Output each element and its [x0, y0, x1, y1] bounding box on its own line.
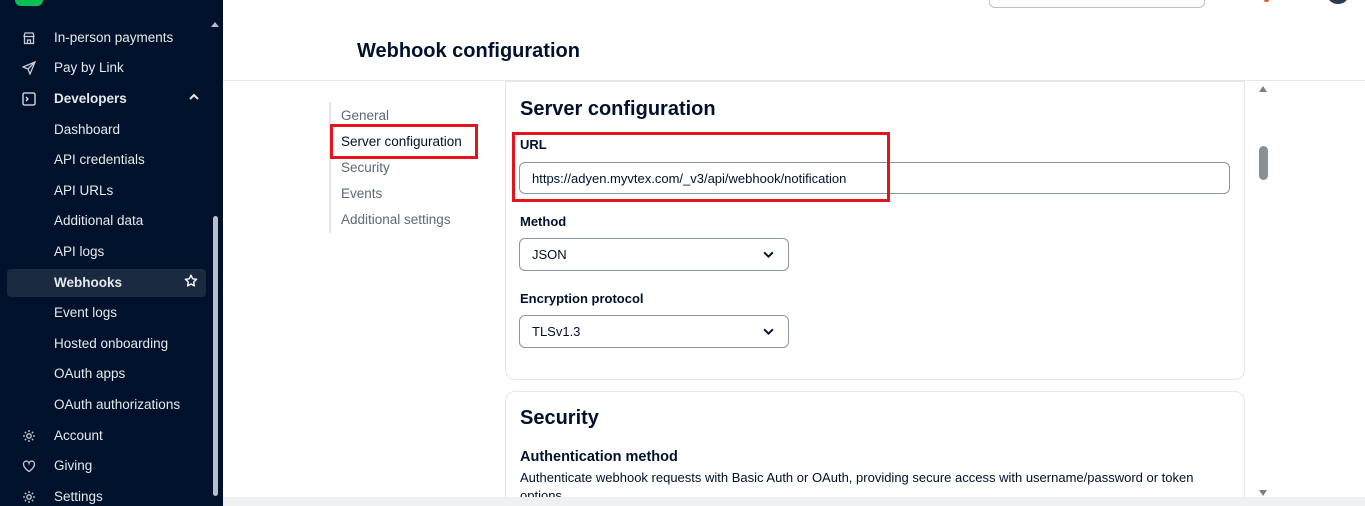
chevron-down-icon: [762, 248, 776, 262]
sidebar-item-api-credentials[interactable]: API credentials: [0, 146, 210, 174]
encryption-protocol-label: Encryption protocol: [520, 291, 644, 306]
sidebar-item-label: Account: [54, 428, 103, 443]
scroll-down-arrow[interactable]: [1259, 490, 1267, 496]
method-select-value: JSON: [532, 247, 567, 262]
encryption-protocol-select[interactable]: TLSv1.3: [519, 315, 789, 348]
method-label: Method: [520, 214, 567, 229]
sidebar-item-label: Settings: [54, 489, 103, 504]
sidebar-item-pay-by-link[interactable]: Pay by Link: [0, 54, 210, 82]
sidebar-item-dashboard[interactable]: Dashboard: [0, 116, 210, 144]
sidebar-scroll-up-arrow[interactable]: [211, 22, 219, 27]
security-title: Security: [520, 407, 599, 429]
sidebar-item-webhooks[interactable]: Webhooks: [7, 269, 206, 297]
sidebar-item-oauth-apps[interactable]: OAuth apps: [0, 360, 210, 388]
chevron-down-icon: [762, 325, 776, 339]
sidebar-item-api-logs[interactable]: API logs: [0, 238, 210, 266]
sidebar-item-label: Giving: [54, 458, 93, 473]
store-icon: [21, 30, 37, 46]
sidebar-item-settings[interactable]: Settings: [0, 483, 210, 506]
sidebar-item-label: API logs: [54, 244, 105, 259]
sidebar-item-label: API URLs: [54, 183, 114, 198]
sidebar-item-api-urls[interactable]: API URLs: [0, 177, 210, 205]
sidebar-item-label: Additional data: [54, 213, 144, 228]
avatar[interactable]: [1327, 0, 1349, 4]
terminal-icon: [21, 91, 37, 107]
subnav-item-general[interactable]: General: [341, 108, 389, 123]
scroll-up-arrow[interactable]: [1259, 86, 1267, 92]
sidebar-item-event-logs[interactable]: Event logs: [0, 299, 210, 327]
chevron-up-icon[interactable]: [188, 91, 200, 106]
highlight-box-url: [512, 132, 890, 202]
heart-icon: [21, 458, 37, 474]
server-configuration-card: Server configuration URL Method JSON Enc…: [505, 81, 1245, 380]
sidebar-item-in-person-payments[interactable]: In-person payments: [0, 24, 210, 52]
authentication-method-heading: Authentication method: [520, 449, 678, 465]
subnav-item-security[interactable]: Security: [341, 160, 390, 175]
sidebar-item-label: Hosted onboarding: [54, 336, 169, 351]
sidebar-item-label: OAuth authorizations: [54, 397, 181, 412]
encryption-protocol-value: TLSv1.3: [532, 324, 581, 339]
gear-icon: [21, 428, 37, 444]
sidebar-scrollbar-thumb[interactable]: [213, 216, 218, 496]
search-input[interactable]: [989, 0, 1205, 8]
gear-icon: [21, 489, 37, 505]
sidebar-item-account[interactable]: Account: [0, 422, 210, 450]
subnav-item-events[interactable]: Events: [341, 186, 382, 201]
star-icon[interactable]: [184, 274, 198, 292]
subnav-rail: [329, 102, 331, 233]
server-configuration-title: Server configuration: [520, 98, 716, 120]
sidebar-item-label: Pay by Link: [54, 60, 124, 75]
highlight-box-server-configuration: [330, 124, 478, 159]
sidebar-item-developers[interactable]: Developers: [0, 85, 210, 113]
subnav-item-additional-settings[interactable]: Additional settings: [341, 212, 451, 227]
sidebar-item-label: Event logs: [54, 305, 118, 320]
sidebar: In-person payments Pay by Link Developer…: [0, 0, 223, 506]
scrollbar-thumb[interactable]: [1259, 146, 1268, 180]
sidebar-item-label: In-person payments: [54, 30, 174, 45]
sidebar-item-additional-data[interactable]: Additional data: [0, 207, 210, 235]
sidebar-item-hosted-onboarding[interactable]: Hosted onboarding: [0, 330, 210, 358]
notification-icon[interactable]: [1264, 0, 1269, 2]
sidebar-item-label: OAuth apps: [54, 366, 126, 381]
send-icon: [21, 60, 37, 76]
sidebar-item-label: Webhooks: [54, 275, 123, 290]
sidebar-item-label: Developers: [54, 91, 127, 106]
sidebar-item-oauth-authorizations[interactable]: OAuth authorizations: [0, 391, 210, 419]
page-title: Webhook configuration: [357, 40, 580, 62]
sidebar-item-label: API credentials: [54, 152, 145, 167]
security-card: Security Authentication method Authentic…: [505, 391, 1245, 506]
sidebar-item-label: Dashboard: [54, 122, 121, 137]
horizontal-scrollbar[interactable]: [223, 497, 1365, 506]
method-select[interactable]: JSON: [519, 238, 789, 271]
adyen-logo[interactable]: [15, 0, 43, 6]
sidebar-item-giving[interactable]: Giving: [0, 452, 210, 480]
